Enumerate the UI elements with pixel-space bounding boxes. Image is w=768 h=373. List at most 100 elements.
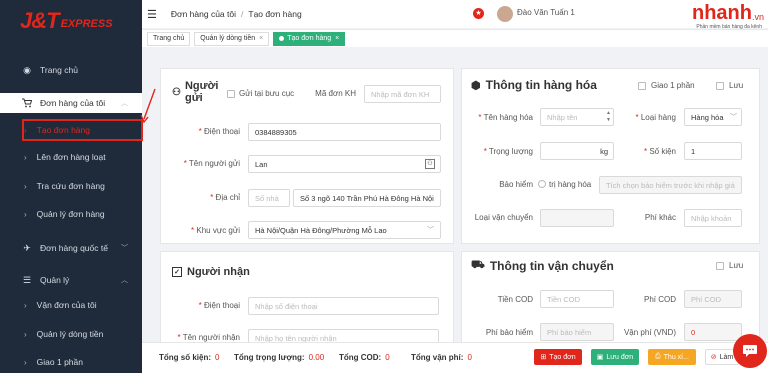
sidebar-item-label: Quản lý đơn hàng xyxy=(36,209,105,219)
tab-label: Trang chủ xyxy=(153,35,185,42)
other-fee-input[interactable]: Nhập khoản xyxy=(684,209,742,227)
insurance-fee-label: Phí bảo hiểm xyxy=(485,328,533,337)
chat-bubble-icon[interactable] xyxy=(733,334,767,368)
print-icon: ⎙ xyxy=(655,353,661,360)
weight-unit: kg xyxy=(600,147,608,156)
goods-type-value: Hàng hóa xyxy=(691,112,724,122)
sidebar-item-manage-orders[interactable]: › Quản lý đơn hàng xyxy=(0,204,142,224)
sidebar-item-bulk-orders[interactable]: › Lên đơn hàng loạt xyxy=(0,147,142,167)
weight-input[interactable]: kg xyxy=(540,142,614,160)
print-button[interactable]: ⎙ Thu xí... xyxy=(648,349,696,365)
menu-toggle-icon[interactable]: ☰ xyxy=(147,8,157,21)
save-order-button[interactable]: ▣ Lưu đơn xyxy=(591,349,639,365)
cod-input[interactable]: Tiền COD xyxy=(540,290,614,308)
sidebar-item-home[interactable]: ◉ Trang chủ xyxy=(0,60,142,80)
other-fee-label: Phí khác xyxy=(644,213,676,222)
insurance-fee-input[interactable]: Phí bảo hiểm xyxy=(540,323,614,341)
sender-area-select[interactable]: Hà Nội/Quận Hà Đông/Phường Mỗ Lao ﹀ xyxy=(248,221,441,239)
box-icon: ⬢ xyxy=(471,79,481,92)
goods-name-input[interactable]: Nhập tên ▲ ▼ xyxy=(540,108,614,126)
house-number-input[interactable]: Số nhà xyxy=(248,189,290,207)
chevron-right-icon: › xyxy=(24,357,27,367)
sidebar-item-label: Quản lý xyxy=(40,275,70,285)
sender-area-label: * Khu vực gửi xyxy=(191,226,240,235)
breadcrumb: Đơn hàng của tôi / Tạo đơn hàng xyxy=(170,9,302,19)
close-icon[interactable]: × xyxy=(335,35,339,42)
order-code-label: Mã đơn KH xyxy=(315,89,356,98)
highlight-box xyxy=(22,119,143,141)
cod-label: Tiền COD xyxy=(497,295,533,304)
partial-delivery-label: Giao 1 phần xyxy=(651,81,695,90)
receiver-name-label: * Tên người nhận xyxy=(177,333,240,342)
weight-label: * Trọng lượng xyxy=(483,147,533,156)
close-icon[interactable]: × xyxy=(259,35,263,42)
sender-name-value: Lan xyxy=(255,159,268,169)
receiver-title-text: Người nhận xyxy=(187,266,250,278)
cart-icon xyxy=(22,98,32,108)
contact-card-icon[interactable]: ⚇ xyxy=(425,159,435,169)
address-label: * Địa chỉ xyxy=(210,193,240,202)
list-icon: ☰ xyxy=(22,274,32,285)
sender-name-input[interactable]: Lan ⚇ xyxy=(248,155,441,173)
tab-bar: Trang chủ Quản lý dòng tiền × Tạo đơn hàn… xyxy=(142,29,768,47)
sidebar-item-label: Vận đơn của tôi xyxy=(36,300,97,310)
partial-delivery-checkbox[interactable] xyxy=(638,82,646,90)
top-bar: ☰ Đơn hàng của tôi / Tạo đơn hàng xyxy=(142,0,768,28)
insurance-value-label: trị hàng hóa xyxy=(549,180,592,189)
order-code-input[interactable]: Nhập mã đơn KH xyxy=(364,85,441,103)
sidebar-item-order-lookup[interactable]: › Tra cứu đơn hàng xyxy=(0,176,142,196)
sidebar-item-international[interactable]: ✈ Đơn hàng quốc tế ﹀ xyxy=(0,238,142,258)
shipping-save-checkbox[interactable] xyxy=(716,262,724,270)
quantity-input[interactable]: 1 xyxy=(684,142,742,160)
goods-type-select[interactable]: Hàng hóa ﹀ xyxy=(684,108,742,126)
chevron-right-icon: › xyxy=(24,181,27,191)
save-icon: ▣ xyxy=(596,354,604,361)
insurance-value-input[interactable]: Tích chọn bảo hiểm trước khi nhập giá xyxy=(599,176,742,194)
sender-phone-label: * Điện thoại xyxy=(198,127,240,136)
tab-label: Quản lý dòng tiền xyxy=(200,35,256,42)
chevron-right-icon: › xyxy=(24,329,27,339)
post-office-checkbox[interactable] xyxy=(227,90,235,98)
save-order-label: Lưu đơn xyxy=(606,353,634,361)
sidebar-item-my-waybills[interactable]: › Vận đơn của tôi xyxy=(0,295,142,315)
sidebar-item-management[interactable]: ☰ Quản lý ︿ xyxy=(0,270,142,290)
nhanh-logo-suffix: .vn xyxy=(751,11,764,22)
username[interactable]: Đào Văn Tuấn 1 xyxy=(517,8,575,17)
sidebar-item-label: Tra cứu đơn hàng xyxy=(36,181,105,191)
avatar[interactable] xyxy=(497,6,513,22)
cod-fee-input[interactable]: Phí COD xyxy=(684,290,742,308)
sidebar-item-cash-flow[interactable]: › Quản lý dòng tiền xyxy=(0,324,142,344)
goods-name-label: * Tên hàng hóa xyxy=(478,113,533,122)
sender-phone-input[interactable]: 0384889305 xyxy=(248,123,441,141)
logo-brand: J&T xyxy=(20,8,60,33)
reset-icon: ⊘ xyxy=(710,354,717,361)
quantity-label: * Số kiện xyxy=(643,147,676,156)
address-input[interactable]: Số 3 ngõ 140 Trần Phú Hà Đông Hà Nội xyxy=(293,189,441,207)
sidebar: J&T EXPRESS ◉ Trang chủ Đơn hàng của tôi… xyxy=(0,0,142,373)
user-icon: ⚇ xyxy=(172,86,181,98)
shipping-type-input[interactable] xyxy=(540,209,614,227)
receiver-phone-input[interactable]: Nhập số điện thoại xyxy=(248,297,439,315)
shipping-type-label: Loại vận chuyển xyxy=(474,213,533,222)
goods-save-checkbox[interactable] xyxy=(716,82,724,90)
sender-title: ⚇ Người gửi xyxy=(172,80,225,104)
tab-create-order[interactable]: Tạo đơn hàng × xyxy=(273,31,346,46)
create-order-button[interactable]: ⊞ Tạo đơn xyxy=(534,349,582,365)
notification-icon[interactable]: ★ xyxy=(473,8,484,19)
shipping-fee-value: 0 xyxy=(684,323,742,341)
tab-home[interactable]: Trang chủ xyxy=(147,31,191,46)
stepper-icon[interactable]: ▲ ▼ xyxy=(606,110,611,124)
tab-cash-flow[interactable]: Quản lý dòng tiền × xyxy=(194,31,270,46)
sidebar-item-my-orders[interactable]: Đơn hàng của tôi ︿ xyxy=(0,93,142,113)
insurance-label: Bảo hiểm xyxy=(499,180,533,189)
goods-name-placeholder: Nhập tên xyxy=(547,112,578,122)
chevron-down-icon: ﹀ xyxy=(427,227,434,234)
sidebar-item-partial-delivery[interactable]: › Giao 1 phần xyxy=(0,352,142,372)
tab-label: Tạo đơn hàng xyxy=(287,35,332,42)
breadcrumb-item[interactable]: Đơn hàng của tôi xyxy=(171,9,236,19)
sender-area-value: Hà Nội/Quận Hà Đông/Phường Mỗ Lao xyxy=(255,225,387,235)
print-label: Thu xí... xyxy=(663,353,689,361)
insurance-toggle[interactable] xyxy=(538,180,546,188)
total-weight: Tổng trọng lượng: 0.00 xyxy=(234,353,325,362)
jt-express-logo[interactable]: J&T EXPRESS xyxy=(0,0,142,42)
